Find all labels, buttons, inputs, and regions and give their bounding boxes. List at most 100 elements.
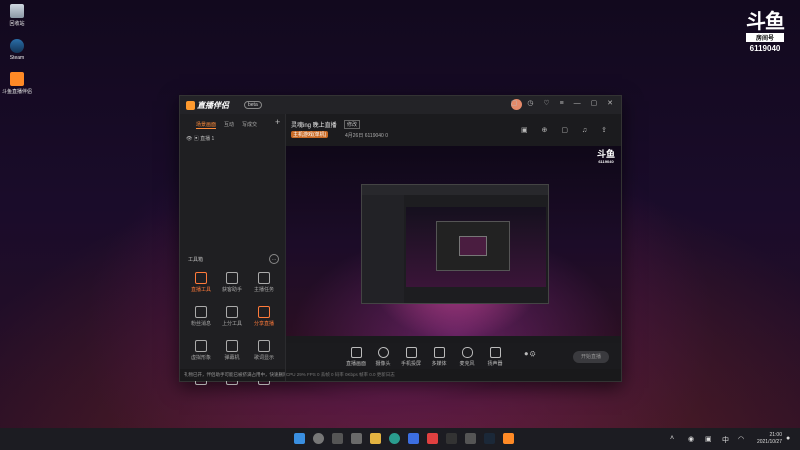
tool-label: 获客助手 xyxy=(221,287,242,293)
tool-label: 歌词显示 xyxy=(253,355,274,361)
chevron-up-icon[interactable]: ˄ xyxy=(670,435,674,442)
microphone-icon xyxy=(461,347,473,358)
taskbar: ˄ ◉ ▣ 中 ◠ 21:00 2021/10/27 ● xyxy=(0,428,800,450)
tool-item[interactable]: 虚拟形象 xyxy=(186,340,216,361)
play-icon xyxy=(433,347,445,358)
tray-app-icon[interactable]: ◉ xyxy=(688,435,694,443)
clock[interactable]: 21:00 2021/10/27 xyxy=(757,432,782,446)
desktop-icon-douyu-companion[interactable]: 斗鱼直播伴侣 xyxy=(0,72,34,95)
start-icon[interactable] xyxy=(294,433,305,444)
nested-window-preview xyxy=(361,184,549,304)
widgets-icon[interactable] xyxy=(351,433,362,444)
tool-icon xyxy=(226,340,238,352)
tool-item[interactable]: 主播任务 xyxy=(249,272,279,293)
room-number: 6119040 xyxy=(749,44,781,53)
tab-deal[interactable]: 写成交 xyxy=(242,122,257,128)
douyu-companion-icon[interactable] xyxy=(503,433,514,444)
steam-icon xyxy=(10,39,24,53)
media-button[interactable]: 多媒体 xyxy=(427,347,451,367)
left-status-bar: 礼物已开，伴侣助手可能已被挤满占用中，快速删除 xyxy=(180,369,285,381)
screen-capture-button[interactable]: 直播画面 xyxy=(344,347,368,367)
tab-interact[interactable]: 互动 xyxy=(224,122,234,128)
edit-title-button[interactable]: 修改 xyxy=(344,120,361,129)
tool-label: 扬声器 xyxy=(487,361,503,367)
tool-item[interactable]: 分享直播 xyxy=(249,306,279,327)
record-icon[interactable]: ⏺ ⚙ xyxy=(518,351,542,359)
desktop-icon-steam[interactable]: Steam xyxy=(0,39,34,61)
tool-label: 上分工具 xyxy=(221,321,242,327)
tray-app-icon[interactable]: ▣ xyxy=(705,435,712,443)
tool-label: 多媒体 xyxy=(431,361,447,367)
search-icon[interactable] xyxy=(313,433,324,444)
tool-icon xyxy=(226,306,238,318)
app-icon[interactable] xyxy=(446,433,457,444)
tool-icon xyxy=(258,340,270,352)
douyu-logo: 斗鱼 xyxy=(746,11,785,33)
category-tag[interactable]: 主机游戏(单机) xyxy=(291,131,329,138)
tab-scene[interactable]: 场景画面 xyxy=(196,122,217,129)
camera-button[interactable]: 摄像头 xyxy=(371,347,395,367)
source-toolbar: 直播画面 摄像头 手机投屏 多媒体 麦克风 扬声器 ⏺ ⚙ 开始直播 xyxy=(286,343,621,369)
camera-icon xyxy=(377,347,389,358)
tool-item[interactable]: 获客助手 xyxy=(217,272,247,293)
desktop-icon-recycle-bin[interactable]: 回收站 xyxy=(0,4,34,27)
monitor-icon xyxy=(350,347,362,358)
tool-item[interactable]: 上分工具 xyxy=(217,306,247,327)
nested-left-panel xyxy=(362,195,404,303)
nested-preview xyxy=(406,207,546,287)
preview-room-number: 6119040 xyxy=(598,159,614,164)
speaker-icon xyxy=(489,347,501,358)
desktop-icon-label: Steam xyxy=(9,55,25,61)
task-view-icon[interactable] xyxy=(332,433,343,444)
tool-label: 弹幕机 xyxy=(224,355,240,361)
store-icon[interactable] xyxy=(408,433,419,444)
preview-taskbar xyxy=(286,336,621,343)
clock-date: 2021/10/27 xyxy=(756,439,782,445)
file-explorer-icon[interactable] xyxy=(370,433,381,444)
nested-inner-window xyxy=(436,221,510,271)
steam-icon[interactable] xyxy=(484,433,495,444)
speaker-button[interactable]: 扬声器 xyxy=(483,347,507,367)
tool-icon xyxy=(258,306,270,318)
app-logo-icon xyxy=(186,101,195,111)
nested-titlebar xyxy=(362,185,548,195)
tool-label: 麦克风 xyxy=(459,361,475,367)
title-bar: 直播伴侣 beta ▢ ◷ ♡ ≡ — ▢ ✕ xyxy=(180,96,621,114)
tool-item[interactable]: 粉丝消息 xyxy=(186,306,216,327)
douyu-companion-icon xyxy=(10,72,24,86)
room-meta: 4月26日 6119040 0 xyxy=(345,133,388,139)
left-panel: 场景画面 互动 写成交 + 👁 ▣ 直播 1 工具箱 … 直播工具 获客助手 主播任… xyxy=(180,114,286,385)
version-badge[interactable]: beta xyxy=(244,101,262,109)
edge-icon[interactable] xyxy=(389,433,400,444)
notification-icon[interactable]: ● xyxy=(786,435,790,442)
room-toolbar-icons[interactable]: ▣ ⊕ ▢ ♫ ⇪ xyxy=(521,126,613,134)
recycle-bin-icon xyxy=(10,4,24,18)
tools-header: 工具箱 xyxy=(188,257,204,263)
microphone-button[interactable]: 麦克风 xyxy=(455,347,479,367)
clock-time: 21:00 xyxy=(769,432,782,438)
app-name: 直播伴侣 xyxy=(197,101,229,110)
scene-item[interactable]: 👁 ▣ 直播 1 xyxy=(186,135,214,142)
window-controls[interactable]: ▢ ◷ ♡ ≡ — ▢ ✕ xyxy=(511,99,617,107)
network-icon[interactable]: ◠ xyxy=(738,435,744,443)
language-indicator[interactable]: 中 xyxy=(722,435,729,445)
tool-item[interactable]: 直播工具 xyxy=(186,272,216,293)
add-scene-button[interactable]: + xyxy=(275,117,280,127)
tool-item[interactable]: 弹幕机 xyxy=(217,340,247,361)
live-companion-window: 直播伴侣 beta ▢ ◷ ♡ ≡ — ▢ ✕ 场景画面 互动 写成交 + 👁 ▣ … xyxy=(179,95,622,385)
tool-item[interactable]: 歌词显示 xyxy=(249,340,279,361)
phone-cast-button[interactable]: 手机投屏 xyxy=(399,347,423,367)
desktop-icon-label: 斗鱼直播伴侣 xyxy=(1,89,32,95)
app-icon[interactable] xyxy=(465,433,476,444)
start-live-button[interactable]: 开始直播 xyxy=(573,351,609,363)
stream-preview[interactable]: 斗鱼 6119040 xyxy=(286,146,621,343)
nested-inner-preview xyxy=(459,236,487,256)
tool-icon xyxy=(195,272,207,284)
tool-icon xyxy=(195,306,207,318)
tool-icon xyxy=(226,272,238,284)
app-icon[interactable] xyxy=(427,433,438,444)
tool-label: 分享直播 xyxy=(253,321,274,327)
tool-label: 手机投屏 xyxy=(400,361,421,367)
more-tools-icon[interactable]: … xyxy=(269,254,279,264)
tool-icon xyxy=(195,340,207,352)
